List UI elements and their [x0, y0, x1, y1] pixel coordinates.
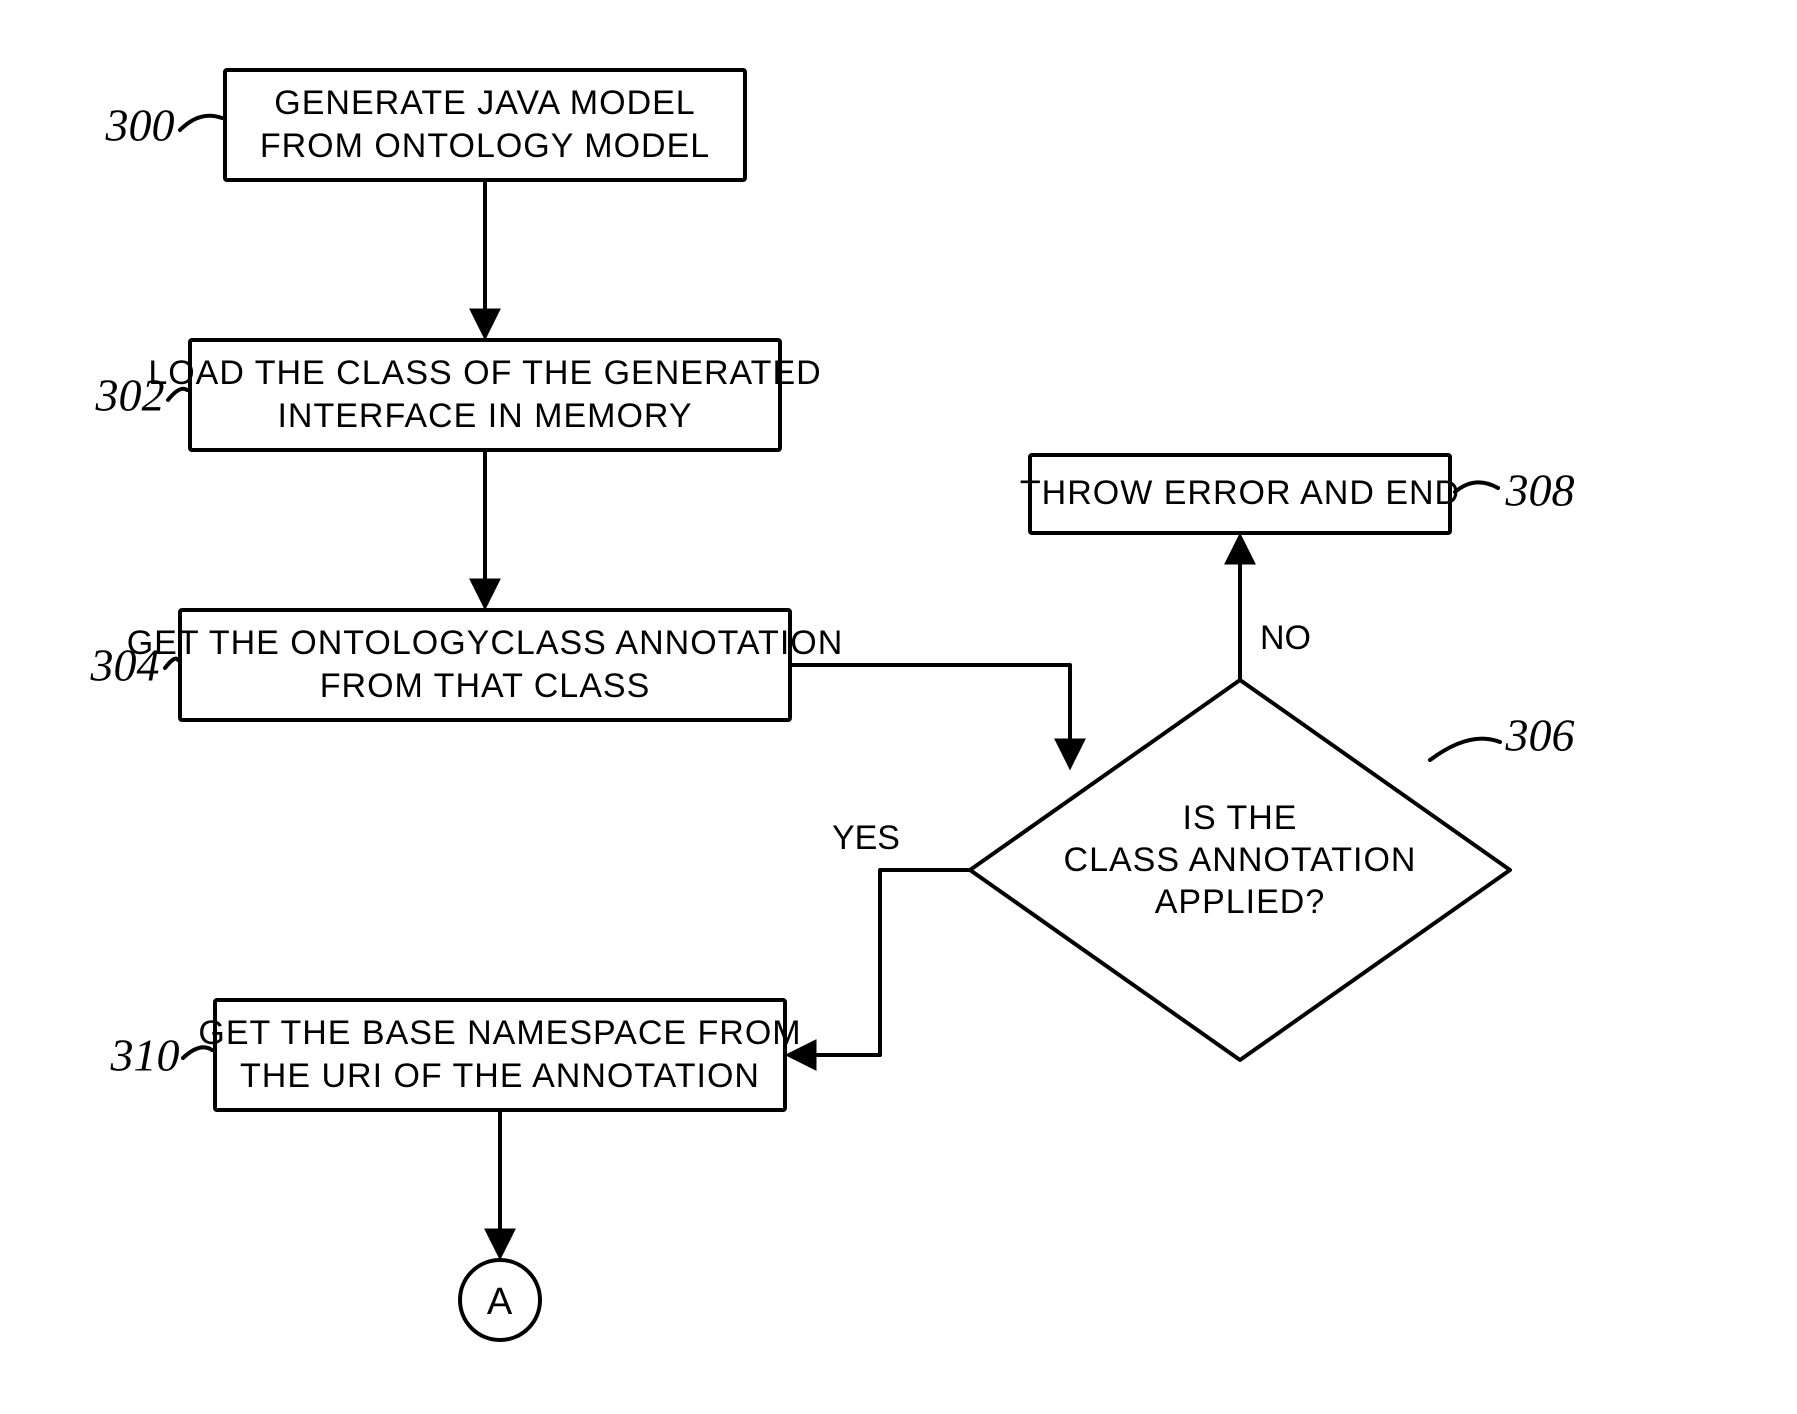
ref-306: 306 — [1505, 710, 1575, 761]
n302-line1: LOAD THE CLASS OF THE GENERATED — [148, 354, 821, 392]
branch-yes-label: YES — [832, 819, 900, 857]
ref-310-leader — [183, 1047, 212, 1058]
ref-304: 304 — [90, 640, 160, 691]
flow-node-304: GET THE ONTOLOGYCLASS ANNOTATION FROM TH… — [127, 610, 844, 720]
n302-line2: INTERFACE IN MEMORY — [277, 397, 692, 435]
ref-308: 308 — [1505, 465, 1575, 516]
ref-308-leader — [1455, 482, 1498, 492]
ref-300: 300 — [105, 100, 175, 151]
n308-line1: THROW ERROR AND END — [1020, 474, 1460, 512]
n306-line3: APPLIED? — [1155, 883, 1326, 921]
ref-306-leader — [1430, 739, 1500, 760]
n306-line1: IS THE — [1183, 799, 1298, 837]
flow-node-308: THROW ERROR AND END — [1020, 455, 1460, 533]
n300-line2: FROM ONTOLOGY MODEL — [260, 127, 710, 165]
flow-node-302: LOAD THE CLASS OF THE GENERATED INTERFAC… — [148, 340, 821, 450]
ref-300-leader — [180, 116, 222, 130]
n304-line1: GET THE ONTOLOGYCLASS ANNOTATION — [127, 624, 844, 662]
edge-306-310-yes — [790, 870, 970, 1055]
flow-node-310: GET THE BASE NAMESPACE FROM THE URI OF T… — [198, 1000, 801, 1110]
ref-302: 302 — [95, 370, 165, 421]
branch-no-label: NO — [1260, 619, 1311, 657]
n304-line2: FROM THAT CLASS — [320, 667, 651, 705]
ref-310: 310 — [110, 1030, 180, 1081]
n306-line2: CLASS ANNOTATION — [1064, 841, 1417, 879]
flow-node-300: GENERATE JAVA MODEL FROM ONTOLOGY MODEL — [225, 70, 745, 180]
edge-304-306 — [790, 665, 1070, 765]
offpage-connector-a: A — [460, 1260, 540, 1340]
connector-label: A — [487, 1281, 513, 1323]
n310-line1: GET THE BASE NAMESPACE FROM — [198, 1014, 801, 1052]
flow-decision-306: IS THE CLASS ANNOTATION APPLIED? — [970, 680, 1510, 1060]
n300-line1: GENERATE JAVA MODEL — [274, 84, 695, 122]
n310-line2: THE URI OF THE ANNOTATION — [240, 1057, 760, 1095]
